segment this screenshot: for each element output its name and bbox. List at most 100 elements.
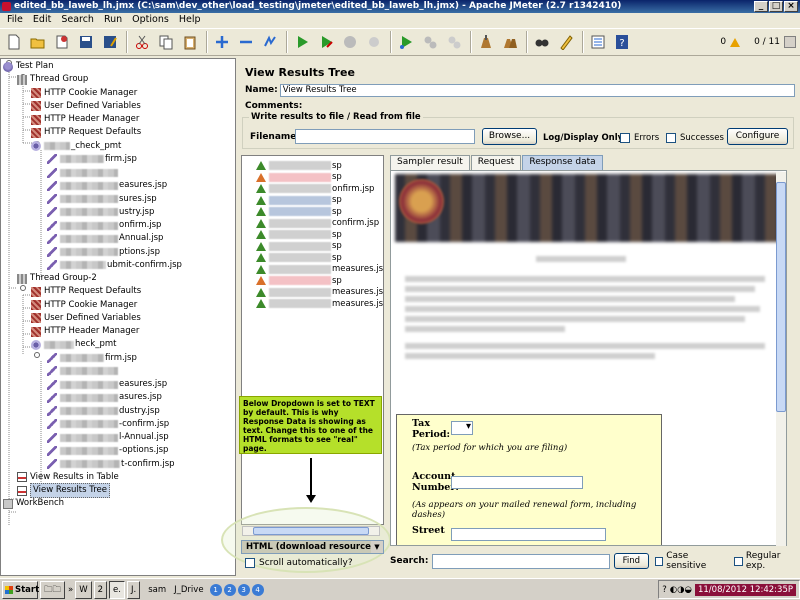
tree-item[interactable]: asures.jsp [47, 391, 162, 404]
chevron-down-icon[interactable]: ▼ [371, 541, 383, 553]
result-row[interactable]: confirm.jsp [256, 218, 379, 229]
task-word[interactable]: W [75, 580, 92, 599]
function-helper-icon[interactable] [587, 31, 609, 53]
tab-sampler-result[interactable]: Sampler result [390, 155, 470, 170]
name-input[interactable]: View Results Tree [279, 83, 795, 97]
result-row[interactable]: measures.jsp [256, 298, 383, 309]
tray-icons[interactable]: ◐◑◒ [670, 585, 692, 595]
tax-period-select[interactable] [451, 421, 473, 435]
start-icon[interactable] [291, 31, 313, 53]
result-row[interactable]: measures.jsp [256, 287, 383, 298]
task-number-4[interactable]: 4 [251, 583, 264, 596]
result-row[interactable]: sp [256, 160, 342, 171]
tree-item[interactable]: HTTP Cookie Manager [31, 299, 137, 312]
find-button[interactable]: Find [614, 553, 649, 569]
result-row[interactable]: sp [256, 275, 342, 286]
tree-item[interactable]: easures.jsp [47, 179, 167, 192]
remote-stop-icon[interactable] [419, 31, 441, 53]
test-plan-tree[interactable]: Test Plan Thread Group HTTP Cookie Manager… [0, 58, 236, 576]
tree-item[interactable]: HTTP Cookie Manager [31, 87, 137, 100]
save-icon[interactable] [75, 31, 97, 53]
menu-edit[interactable]: Edit [28, 13, 56, 27]
result-row[interactable]: sp [256, 241, 342, 252]
scroll-auto-checkbox[interactable] [245, 558, 255, 568]
open-templates-icon[interactable] [51, 31, 73, 53]
menu-options[interactable]: Options [127, 13, 174, 27]
tree-item[interactable]: easures.jsp [47, 378, 167, 391]
tree-item[interactable]: ustry.jsp [47, 206, 154, 219]
tree-item[interactable]: WorkBench [3, 497, 64, 510]
warning-icon[interactable] [730, 37, 741, 47]
tree-item[interactable]: dustry.jsp [47, 405, 160, 418]
tree-item[interactable] [47, 166, 119, 179]
response-vscrollbar[interactable] [776, 172, 786, 546]
expand-icon[interactable] [211, 31, 233, 53]
tab-response-data[interactable]: Response data [522, 155, 603, 170]
tree-item[interactable]: firm.jsp [47, 153, 137, 166]
search-input[interactable] [432, 553, 611, 569]
task-number-1[interactable]: 1 [209, 583, 222, 596]
tree-item[interactable]: firm.jsp [47, 352, 137, 365]
result-row[interactable]: sp [256, 206, 342, 217]
account-number-input[interactable] [451, 476, 583, 489]
tree-item[interactable]: heck_pmt [31, 338, 116, 351]
tree-item[interactable]: -options.jsp [47, 444, 168, 457]
result-row[interactable]: measures.jsp [256, 264, 383, 275]
result-row[interactable]: sp [256, 172, 342, 183]
start-button[interactable]: Start [2, 580, 39, 599]
task-number-2[interactable]: 2 [223, 583, 236, 596]
menu-file[interactable]: File [2, 13, 28, 27]
remote-start-icon[interactable] [395, 31, 417, 53]
tree-item[interactable]: _check_pmt [31, 140, 121, 153]
save-as-icon[interactable] [99, 31, 121, 53]
close-button[interactable]: × [784, 1, 798, 12]
successes-checkbox[interactable] [666, 133, 676, 143]
paste-icon[interactable] [179, 31, 201, 53]
task-sam[interactable]: sam [148, 585, 166, 595]
tree-item[interactable]: Annual.jsp [47, 232, 163, 245]
clock[interactable]: 11/08/2012 12:42:35P [694, 583, 796, 596]
tree-item[interactable]: sures.jsp [47, 193, 157, 206]
tree-item[interactable]: HTTP Header Manager [31, 325, 139, 338]
tree-item[interactable]: HTTP Request Defaults [31, 126, 141, 139]
tab-request[interactable]: Request [470, 155, 522, 170]
toggle-icon[interactable] [259, 31, 281, 53]
tree-item[interactable]: Thread Group [17, 73, 88, 86]
tree-item[interactable]: HTTP Request Defaults [31, 285, 141, 298]
cut-icon[interactable] [131, 31, 153, 53]
tree-item[interactable]: User Defined Variables [31, 100, 141, 113]
tree-item[interactable]: -confirm.jsp [47, 418, 169, 431]
menu-search[interactable]: Search [56, 13, 99, 27]
open-icon[interactable] [27, 31, 49, 53]
new-icon[interactable] [3, 31, 25, 53]
browse-button[interactable]: Browse... [482, 128, 537, 145]
help-icon[interactable]: ? [662, 585, 667, 595]
menu-run[interactable]: Run [99, 13, 127, 27]
clear-all-icon[interactable] [499, 31, 521, 53]
filename-input[interactable] [295, 129, 475, 144]
configure-button[interactable]: Configure [727, 128, 788, 145]
search-icon[interactable] [531, 31, 553, 53]
street-input[interactable] [451, 528, 606, 541]
copy-icon[interactable] [155, 31, 177, 53]
regex-checkbox[interactable] [734, 556, 743, 566]
remote-shutdown-icon[interactable] [443, 31, 465, 53]
result-row[interactable]: sp [256, 195, 342, 206]
reset-search-icon[interactable] [555, 31, 577, 53]
tree-item[interactable] [47, 365, 119, 378]
task-chrome[interactable]: 2 [93, 580, 108, 599]
collapse-icon[interactable] [235, 31, 257, 53]
shutdown-icon[interactable] [363, 31, 385, 53]
more-icon[interactable]: » [68, 585, 73, 595]
tree-item[interactable]: Test Plan [3, 60, 54, 73]
tree-item[interactable]: View Results Tree [17, 483, 110, 498]
tree-item[interactable]: View Results in Table [17, 471, 119, 484]
minimize-button[interactable]: _ [754, 1, 768, 12]
tree-item[interactable]: t-confirm.jsp [47, 458, 175, 471]
sample-result-list[interactable]: sp sp onfirm.jsp sp sp confirm.jsp sp sp sp measu… [241, 155, 384, 525]
tree-item[interactable]: HTTP Header Manager [31, 113, 139, 126]
tree-item[interactable]: Thread Group-2 [17, 272, 97, 285]
tree-item[interactable]: l-Annual.jsp [47, 431, 169, 444]
errors-checkbox[interactable] [620, 133, 630, 143]
maximize-button[interactable]: □ [769, 1, 783, 12]
